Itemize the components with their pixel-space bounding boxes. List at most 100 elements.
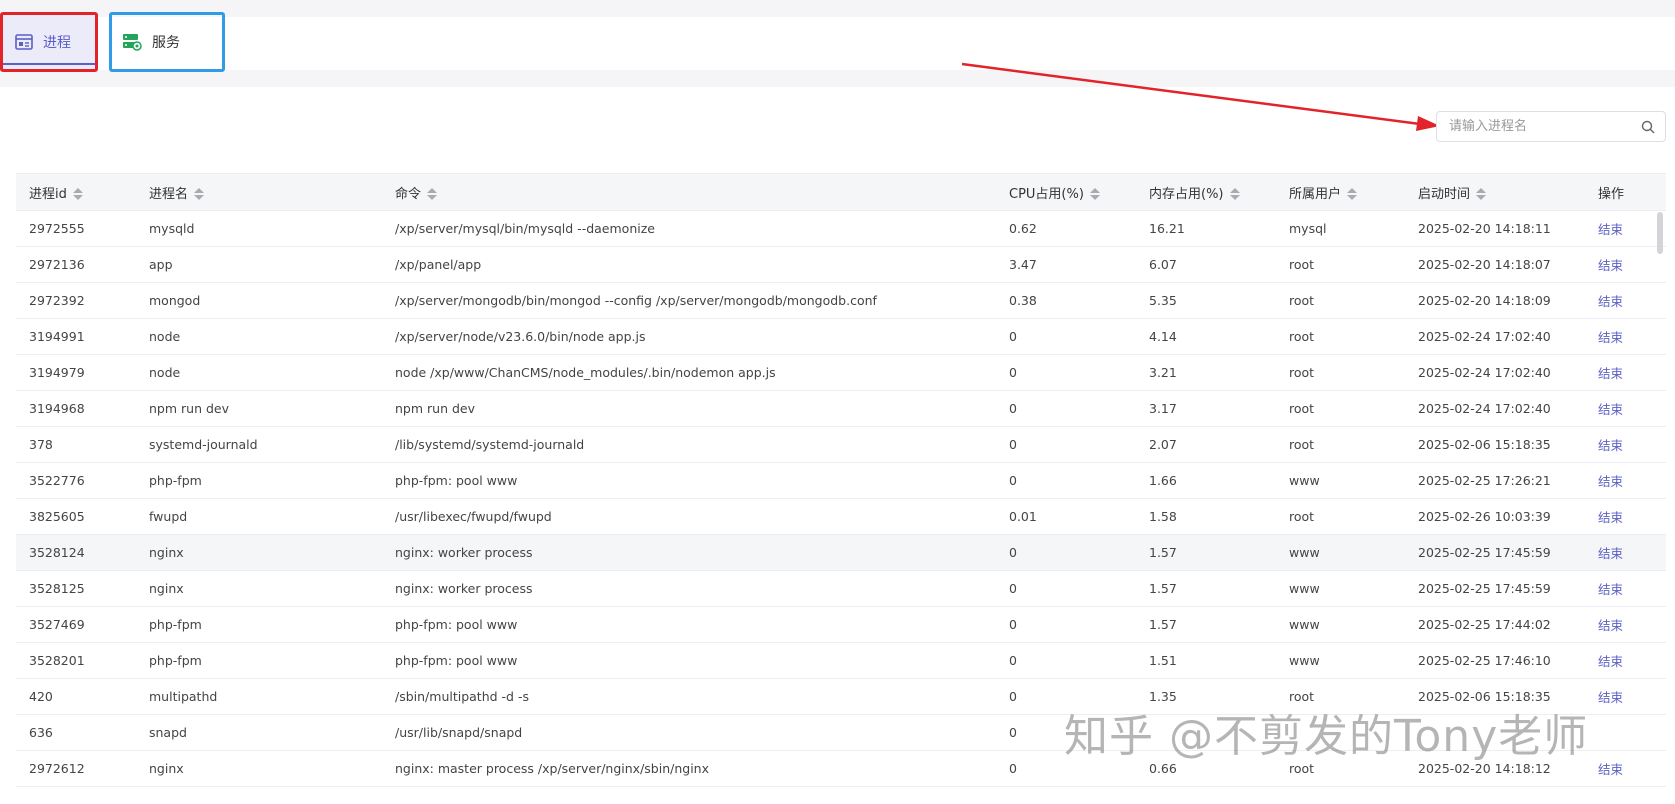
cell-cpu: 3.47: [1009, 257, 1037, 272]
sort-icon[interactable]: [1347, 187, 1358, 201]
column-header-start-time[interactable]: 启动时间: [1405, 183, 1585, 202]
cell-pid: 2972612: [29, 761, 85, 776]
kill-process-button[interactable]: 结束: [1598, 222, 1623, 237]
cell-user: www: [1289, 545, 1320, 560]
cell-memory: 1.57: [1149, 617, 1177, 632]
cell-memory: 1.57: [1149, 581, 1177, 596]
table-row: 2972392 mongod /xp/server/mongodb/bin/mo…: [16, 283, 1666, 319]
kill-process-button[interactable]: 结束: [1598, 474, 1623, 489]
kill-process-button[interactable]: 结束: [1598, 402, 1623, 417]
kill-process-button[interactable]: 结束: [1598, 366, 1623, 381]
kill-process-button[interactable]: 结束: [1598, 618, 1623, 633]
column-header-user[interactable]: 所属用户: [1276, 183, 1405, 202]
sort-icon[interactable]: [72, 187, 83, 201]
tab-processes[interactable]: 进程: [0, 12, 98, 72]
cell-command: php-fpm: pool www: [395, 653, 518, 668]
cell-user: www: [1289, 473, 1320, 488]
column-header-command[interactable]: 命令: [382, 183, 996, 202]
cell-start-time: 2025-02-20 14:18:11: [1418, 221, 1551, 236]
cell-pid: 378: [29, 437, 53, 452]
table-header: 进程id 进程名 命令 CPU占用(%) 内存占用(%) 所属用户 启动时间 操…: [16, 174, 1666, 211]
kill-process-button[interactable]: 结束: [1598, 294, 1623, 309]
cell-pid: 3194979: [29, 365, 85, 380]
cell-user: root: [1289, 329, 1315, 344]
table-row: 3528201 php-fpm php-fpm: pool www 0 1.51…: [16, 643, 1666, 679]
watermark: 知乎 @不剪发的Tony老师: [1064, 711, 1589, 762]
sort-icon[interactable]: [1089, 187, 1100, 201]
cell-cpu: 0: [1009, 329, 1017, 344]
cell-name: node: [149, 329, 181, 344]
table-row: 378 systemd-journald /lib/systemd/system…: [16, 427, 1666, 463]
process-search: [1436, 111, 1666, 142]
cell-user: root: [1289, 401, 1315, 416]
cell-name: systemd-journald: [149, 437, 258, 452]
tab-processes-label: 进程: [43, 35, 71, 51]
cell-cpu: 0: [1009, 365, 1017, 380]
cell-pid: 2972392: [29, 293, 85, 308]
kill-process-button[interactable]: 结束: [1598, 582, 1623, 597]
cell-name: php-fpm: [149, 473, 202, 488]
cell-cpu: 0: [1009, 437, 1017, 452]
kill-process-button[interactable]: 结束: [1598, 654, 1623, 669]
cell-command: /xp/server/mysql/bin/mysqld --daemonize: [395, 221, 655, 236]
cell-user: root: [1289, 509, 1315, 524]
cell-start-time: 2025-02-25 17:45:59: [1418, 581, 1551, 596]
cell-start-time: 2025-02-26 10:03:39: [1418, 509, 1551, 524]
cell-user: root: [1289, 293, 1315, 308]
column-header-memory[interactable]: 内存占用(%): [1136, 183, 1276, 202]
cell-name: npm run dev: [149, 401, 229, 416]
cell-name: nginx: [149, 545, 184, 560]
cell-memory: 1.57: [1149, 545, 1177, 560]
cell-memory: 4.14: [1149, 329, 1177, 344]
cell-command: nginx: worker process: [395, 581, 533, 596]
cell-command: /xp/server/mongodb/bin/mongod --config /…: [395, 293, 877, 308]
column-header-name[interactable]: 进程名: [136, 183, 382, 202]
cell-start-time: 2025-02-24 17:02:40: [1418, 329, 1551, 344]
cell-user: www: [1289, 581, 1320, 596]
kill-process-button[interactable]: 结束: [1598, 330, 1623, 345]
cell-cpu: 0: [1009, 581, 1017, 596]
cell-name: fwupd: [149, 509, 188, 524]
cell-command: php-fpm: pool www: [395, 473, 518, 488]
cell-pid: 3528124: [29, 545, 85, 560]
kill-process-button[interactable]: 结束: [1598, 690, 1623, 705]
kill-process-button[interactable]: 结束: [1598, 438, 1623, 453]
search-input[interactable]: [1437, 112, 1627, 141]
table-scrollbar[interactable]: [1657, 212, 1663, 254]
cell-name: php-fpm: [149, 653, 202, 668]
cell-start-time: 2025-02-25 17:46:10: [1418, 653, 1551, 668]
cell-pid: 3528201: [29, 653, 85, 668]
column-header-cpu[interactable]: CPU占用(%): [996, 183, 1136, 202]
tab-services[interactable]: 服务: [109, 12, 225, 72]
table-row: 3527469 php-fpm php-fpm: pool www 0 1.57…: [16, 607, 1666, 643]
cell-start-time: 2025-02-25 17:44:02: [1418, 617, 1551, 632]
search-icon[interactable]: [1641, 120, 1655, 134]
column-header-pid[interactable]: 进程id: [16, 183, 136, 202]
table-row: 3194991 node /xp/server/node/v23.6.0/bin…: [16, 319, 1666, 355]
active-tab-indicator: [3, 63, 95, 65]
sort-icon[interactable]: [194, 187, 205, 201]
cell-user: root: [1289, 257, 1315, 272]
cell-name: node: [149, 365, 181, 380]
kill-process-button[interactable]: 结束: [1598, 546, 1623, 561]
cell-user: mysql: [1289, 221, 1327, 236]
cell-cpu: 0: [1009, 473, 1017, 488]
cell-pid: 3194968: [29, 401, 85, 416]
sort-icon[interactable]: [427, 187, 438, 201]
cell-command: nginx: master process /xp/server/nginx/s…: [395, 761, 709, 776]
cell-start-time: 2025-02-24 17:02:40: [1418, 365, 1551, 380]
cell-pid: 3528125: [29, 581, 85, 596]
top-strip: [0, 0, 1675, 17]
cell-cpu: 0: [1009, 401, 1017, 416]
kill-process-button[interactable]: 结束: [1598, 762, 1623, 777]
table-row: 3194968 npm run dev npm run dev 0 3.17 r…: [16, 391, 1666, 427]
cell-command: /usr/lib/snapd/snapd: [395, 725, 523, 740]
sort-icon[interactable]: [1476, 187, 1487, 201]
kill-process-button[interactable]: 结束: [1598, 258, 1623, 273]
kill-process-button[interactable]: 结束: [1598, 510, 1623, 525]
cell-memory: 2.07: [1149, 437, 1177, 452]
cell-cpu: 0.01: [1009, 509, 1037, 524]
sort-icon[interactable]: [1229, 187, 1240, 201]
table-row: 2972555 mysqld /xp/server/mysql/bin/mysq…: [16, 211, 1666, 247]
cell-name: php-fpm: [149, 617, 202, 632]
